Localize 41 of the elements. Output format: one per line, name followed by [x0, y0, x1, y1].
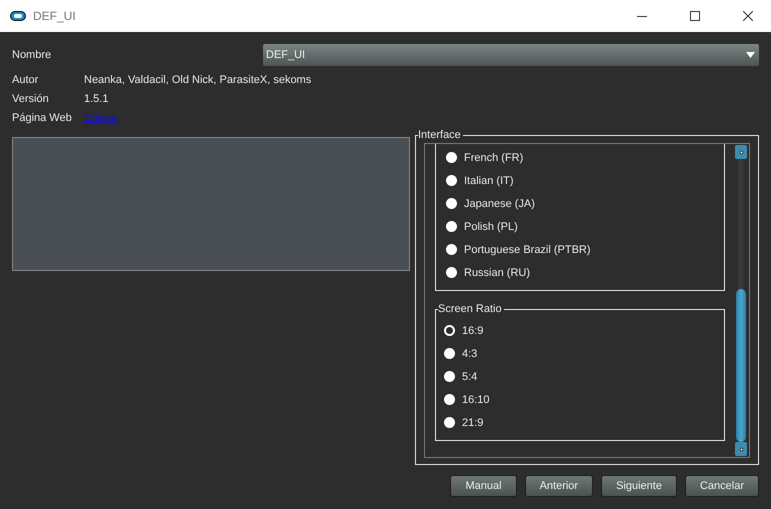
radio-button[interactable]: [444, 417, 455, 428]
option-label: Portuguese Brazil (PTBR): [464, 244, 591, 256]
radio-button[interactable]: [446, 152, 457, 163]
dialog-button[interactable]: Anterior: [524, 475, 594, 497]
field-label: Versión: [12, 92, 50, 104]
option-label: Japanese (JA): [464, 198, 535, 210]
dialog-button[interactable]: Siguiente: [601, 475, 677, 497]
field-label: Nombre: [12, 49, 52, 61]
app-logo-icon: [10, 11, 26, 21]
group-title: Interface: [418, 129, 462, 141]
option-label: 16:10: [462, 394, 490, 406]
scrollbar-thumb[interactable]: [736, 289, 746, 442]
option-label: Russian (RU): [464, 266, 530, 278]
version-value: 1.5.1: [84, 92, 108, 104]
field-label: Autor: [12, 74, 40, 86]
radio-button[interactable]: [444, 371, 455, 382]
radio-button[interactable]: [446, 221, 457, 232]
window-title: DEF_UI: [33, 9, 77, 23]
radio-button[interactable]: [446, 244, 457, 255]
field-label: Página Web: [12, 112, 73, 124]
radio-button[interactable]: [444, 394, 455, 405]
option-label: 21:9: [462, 416, 484, 428]
radio-button[interactable]: [446, 175, 457, 186]
option-label: 5:4: [462, 370, 478, 382]
option-label: 16:9: [462, 324, 484, 336]
option-label: 4:3: [462, 348, 478, 360]
group-title: Screen Ratio: [438, 303, 503, 315]
dropdown-arrow-icon: [746, 52, 755, 58]
option-label: Italian (IT): [464, 174, 514, 186]
author-value: Neanka, Valdacil, Old Nick, ParasiteX, sekoms: [84, 74, 312, 86]
option-label: French (FR): [464, 152, 524, 164]
radio-button[interactable]: [446, 198, 457, 209]
name-dropdown[interactable]: DEF_UI: [263, 44, 759, 66]
maximize-icon: [690, 11, 700, 21]
radio-button[interactable]: [444, 325, 455, 336]
radio-button[interactable]: [446, 267, 457, 278]
radio-button[interactable]: [444, 348, 455, 359]
close-icon: [743, 11, 753, 21]
dialog-button[interactable]: Manual: [450, 475, 517, 497]
option-label: Polish (PL): [464, 220, 518, 232]
dialog-button[interactable]: Cancelar: [684, 475, 759, 497]
